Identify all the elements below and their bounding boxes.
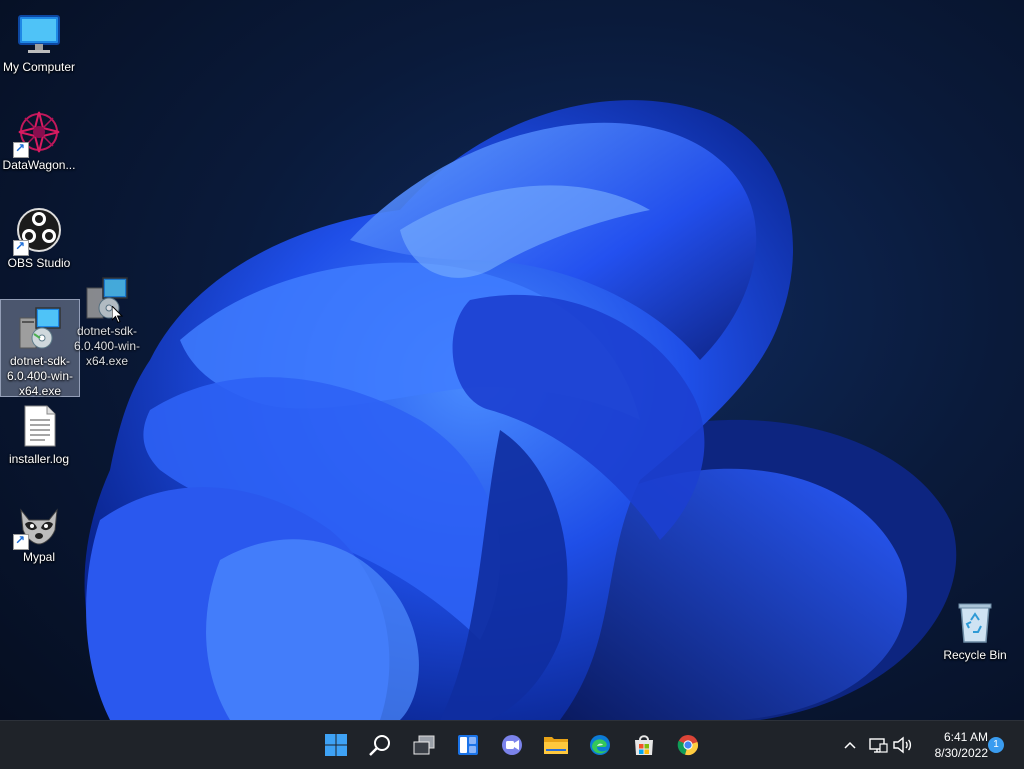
shortcut-arrow-icon <box>13 141 29 158</box>
notification-badge[interactable]: 1 <box>988 737 1004 753</box>
desktop-icon-label: My Computer <box>2 60 76 74</box>
wallpaper-bloom <box>84 100 957 720</box>
clock-time: 6:41 AM <box>943 730 988 744</box>
desktop-icon-installer-log[interactable]: installer.log <box>0 398 78 467</box>
raccoon-icon <box>13 500 63 550</box>
desktop[interactable]: My Computer DataWagon... <box>0 0 1024 720</box>
desktop-icon-label: OBS Studio <box>7 256 71 270</box>
taskbar-chat-button[interactable] <box>496 729 528 761</box>
drag-ghost-dotnet-installer: dotnet-sdk-6.0.400-win-x64.exe <box>68 270 146 369</box>
datawagon-icon <box>13 108 63 158</box>
taskbar-edge-button[interactable] <box>584 729 616 761</box>
shortcut-arrow-icon <box>13 533 29 550</box>
taskbar-search-button[interactable] <box>364 729 396 761</box>
teams-chat-icon <box>502 735 522 755</box>
search-icon <box>369 735 390 756</box>
obs-icon <box>13 206 63 256</box>
volume-icon[interactable] <box>892 735 912 755</box>
windows-start-icon <box>325 734 347 756</box>
desktop-icon-label: Mypal <box>22 550 55 564</box>
desktop-icon-mypal[interactable]: Mypal <box>0 496 78 565</box>
chrome-icon <box>677 735 698 756</box>
recycle-bin-icon <box>951 598 999 646</box>
desktop-icon-label: Recycle Bin <box>943 648 1007 662</box>
store-icon <box>635 735 653 755</box>
task-view-icon <box>413 735 435 755</box>
desktop-icon-my-computer[interactable]: My Computer <box>0 6 78 75</box>
text-file-icon <box>15 402 63 450</box>
network-icon[interactable] <box>868 735 888 755</box>
mouse-cursor-icon <box>112 306 124 324</box>
chevron-up-icon[interactable] <box>842 737 858 753</box>
drag-ghost-label: dotnet-sdk-6.0.400-win-x64.exe <box>73 324 141 368</box>
taskbar-start-button[interactable] <box>320 729 352 761</box>
taskbar-task-view-button[interactable] <box>408 729 440 761</box>
desktop-icon-label: DataWagon... <box>2 158 76 172</box>
folder-icon <box>544 737 568 754</box>
shortcut-arrow-icon <box>13 239 29 256</box>
widgets-icon <box>458 735 478 755</box>
desktop-icon-obs-studio[interactable]: OBS Studio <box>0 202 78 271</box>
installer-icon <box>16 304 64 352</box>
taskbar-widgets-button[interactable] <box>452 729 484 761</box>
edge-icon <box>590 735 610 755</box>
monitor-icon <box>15 10 63 58</box>
desktop-icon-datawagon[interactable]: DataWagon... <box>0 104 78 173</box>
taskbar-store-button[interactable] <box>628 729 660 761</box>
clock-date: 8/30/2022 <box>934 746 988 760</box>
desktop-icon-recycle-bin[interactable]: Recycle Bin <box>936 594 1014 663</box>
desktop-icon-label: installer.log <box>8 452 70 466</box>
taskbar-chrome-button[interactable] <box>672 729 704 761</box>
clock[interactable]: 6:41 AM 8/30/2022 <box>916 729 988 761</box>
taskbar-file-explorer-button[interactable] <box>540 729 572 761</box>
taskbar: 6:41 AM 8/30/2022 1 <box>0 720 1024 769</box>
